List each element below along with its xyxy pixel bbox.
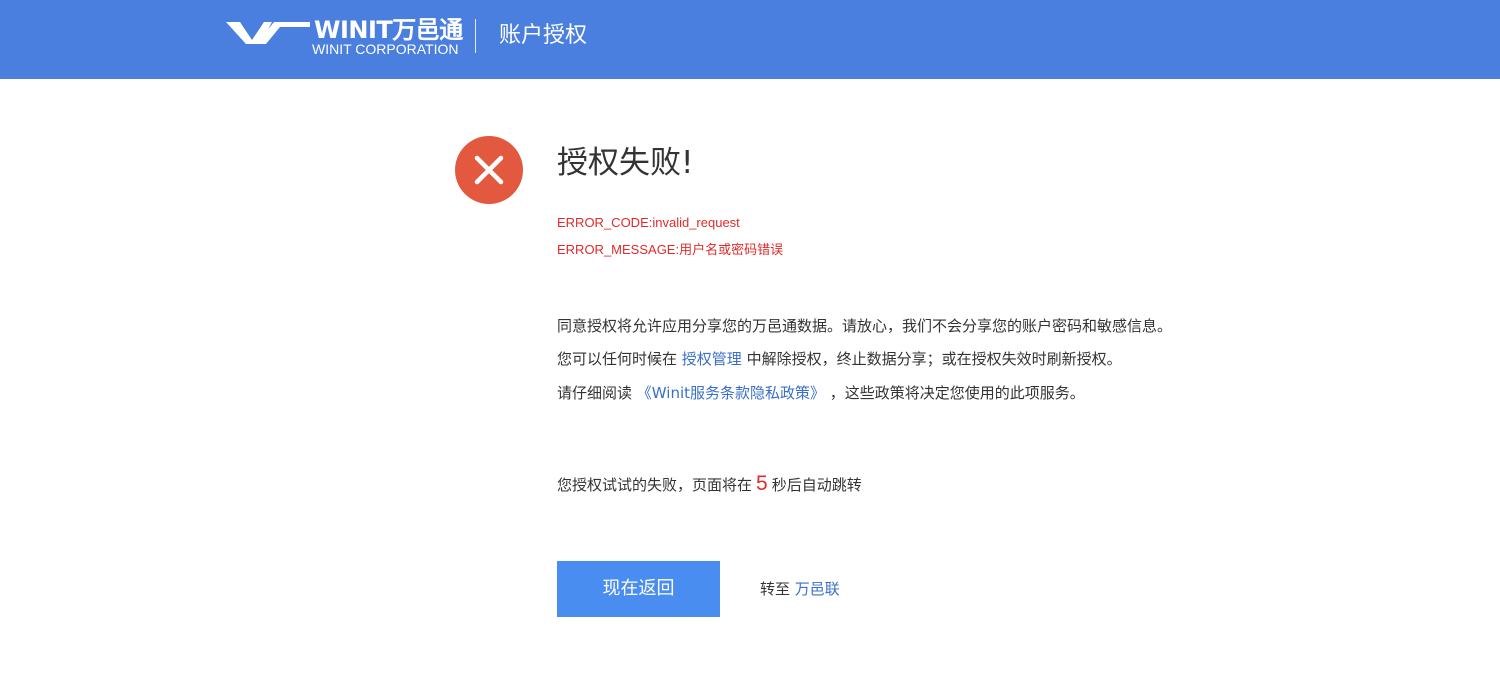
- winit-logo[interactable]: WINIT万邑通 WINIT CORPORATION: [226, 14, 463, 60]
- info-line-3-pre: 请仔细阅读: [557, 384, 637, 402]
- close-icon: [474, 155, 504, 185]
- countdown-seconds: 5: [756, 472, 768, 495]
- error-message: ERROR_MESSAGE:用户名或密码错误: [557, 242, 784, 257]
- top-bar: WINIT万邑通 WINIT CORPORATION 账户授权: [0, 0, 1500, 79]
- info-line-2-post: 中解除授权，终止数据分享；或在授权失效时刷新授权。: [741, 350, 1122, 368]
- page-title: 账户授权: [499, 23, 588, 48]
- info-line-2-pre: 您可以任何时候在: [557, 350, 682, 368]
- countdown-post: 秒后自动跳转: [771, 476, 862, 494]
- info-line-1: 同意授权将允许应用分享您的万邑通数据。请放心，我们不会分享您的账户密码和敏感信息…: [557, 317, 1173, 335]
- wanyilian-link[interactable]: 万邑联: [795, 580, 840, 598]
- info-line-2: 您可以任何时候在 授权管理 中解除授权，终止数据分享；或在授权失效时刷新授权。: [557, 348, 1122, 370]
- redirect-countdown: 您授权试试的失败，页面将在 5 秒后自动跳转: [557, 472, 862, 497]
- info-line-3: 请仔细阅读 《Winit服务条款隐私政策》 ，这些政策将决定您使用的此项服务。: [557, 382, 1085, 404]
- countdown-pre: 您授权试试的失败，页面将在: [557, 476, 753, 494]
- failure-badge: [455, 136, 523, 204]
- goto-wanyilian: 转至 万邑联: [760, 578, 840, 600]
- auth-management-link[interactable]: 授权管理: [682, 350, 742, 368]
- result-headline: 授权失败!: [557, 145, 694, 181]
- logo-subtitle: WINIT CORPORATION: [312, 41, 459, 57]
- logo-text: WINIT万邑通: [314, 16, 463, 44]
- header-divider: [475, 19, 476, 53]
- info-line-3-post: ，这些政策将决定您使用的此项服务。: [825, 384, 1085, 402]
- return-now-button[interactable]: 现在返回: [557, 561, 720, 617]
- goto-label: 转至: [760, 580, 791, 598]
- error-code: ERROR_CODE:invalid_request: [557, 215, 740, 230]
- winit-logo-icon: [226, 22, 310, 44]
- terms-privacy-link[interactable]: 《Winit服务条款隐私政策》: [637, 384, 825, 402]
